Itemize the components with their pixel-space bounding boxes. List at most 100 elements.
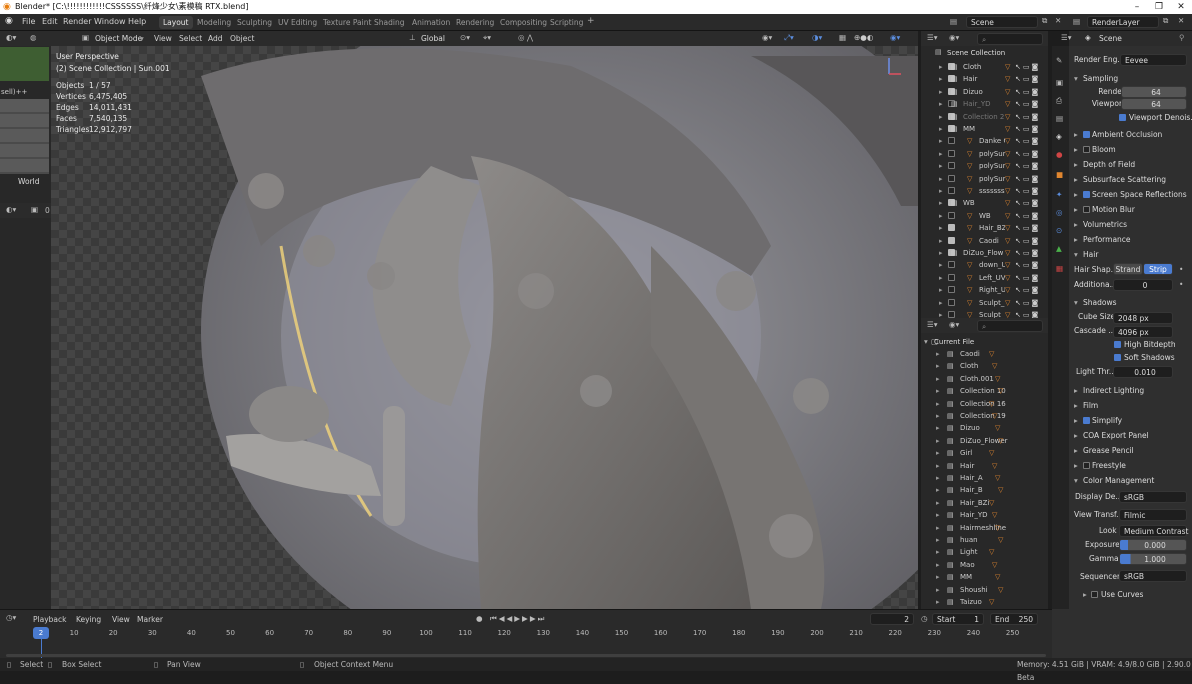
- panel-header[interactable]: ▸ Film: [1069, 398, 1192, 413]
- expand-icon[interactable]: ▸: [939, 61, 943, 73]
- outliner-item[interactable]: ▸ ▤ Cloth ▽ ↖▭◙: [921, 61, 1048, 73]
- menu-file[interactable]: File: [22, 17, 35, 26]
- chevron-right-icon[interactable]: ▸: [1083, 588, 1087, 602]
- expand-icon[interactable]: ▸: [936, 596, 940, 608]
- panel-header[interactable]: ▸ Screen Space Reflections: [1069, 187, 1192, 202]
- expand-icon[interactable]: ▸: [939, 173, 943, 185]
- visibility-checkbox[interactable]: [948, 137, 955, 145]
- file-item[interactable]: ▸ ▤ Shoushi ▽: [921, 584, 1048, 596]
- use-curves-checkbox[interactable]: [1091, 591, 1098, 598]
- expand-icon[interactable]: ▸: [936, 422, 940, 434]
- swatch-list[interactable]: [0, 99, 49, 174]
- outliner2-editor-icon[interactable]: ☰▾: [927, 320, 938, 329]
- soft-shadows-checkbox[interactable]: [1114, 354, 1121, 361]
- panel-header[interactable]: ▸ Grease Pencil: [1069, 443, 1192, 458]
- visibility-checkbox[interactable]: [948, 298, 955, 306]
- outliner-item[interactable]: ▸ ▤ Collection 2 ▽ ↖▭◙: [921, 111, 1048, 123]
- panel-checkbox[interactable]: [1083, 146, 1090, 153]
- display-mode-icon[interactable]: ◉▾: [949, 33, 959, 42]
- outliner-item[interactable]: ▸ ▤ MM ▽ ↖▭◙: [921, 123, 1048, 135]
- proportional-edit-icon[interactable]: ◎ ⋀: [518, 33, 533, 42]
- panel-header[interactable]: ▾ Color Management: [1069, 473, 1192, 488]
- pin-icon[interactable]: ⚲: [1179, 33, 1185, 42]
- restrict-icons[interactable]: ↖▭◙: [1015, 210, 1040, 222]
- outliner-item[interactable]: ▸▽polySurface▽↖▭◙: [921, 160, 1048, 172]
- file-item[interactable]: ▸ ▤ Taizuo ▽: [921, 596, 1048, 608]
- visibility-checkbox[interactable]: [948, 149, 955, 157]
- expand-icon[interactable]: ▸: [936, 484, 940, 496]
- file-item[interactable]: ▸ ▤ MM ▽: [921, 571, 1048, 583]
- gizmo-icon[interactable]: ⤢▾: [784, 33, 794, 43]
- editor-type-icon-2[interactable]: ◐▾: [6, 205, 16, 214]
- expand-icon[interactable]: ▸: [939, 247, 943, 259]
- render-samples-field[interactable]: 64: [1121, 86, 1187, 98]
- output-tab-icon[interactable]: ⎙: [1056, 96, 1062, 106]
- panel-header[interactable]: ▸ Performance: [1069, 232, 1192, 247]
- panel-checkbox[interactable]: [1083, 462, 1090, 469]
- axis-gizmo[interactable]: [879, 52, 909, 82]
- panel-header[interactable]: ▾ Hair: [1069, 247, 1192, 262]
- expand-icon[interactable]: ▸: [936, 497, 940, 509]
- new-layer-icon[interactable]: ⧉: [1163, 16, 1168, 26]
- expand-icon[interactable]: ▸: [936, 435, 940, 447]
- look-dropdown[interactable]: Medium Contrast: [1119, 525, 1188, 537]
- restrict-icons[interactable]: ↖▭◙: [1015, 111, 1040, 123]
- scene-selector[interactable]: Scene: [966, 16, 1038, 28]
- outliner2-search-input[interactable]: ⌕: [977, 320, 1043, 332]
- overlays-icon[interactable]: ◑▾: [812, 33, 822, 42]
- strand-button[interactable]: Strand: [1113, 263, 1143, 275]
- panel-checkbox[interactable]: [1083, 417, 1090, 424]
- panel-checkbox[interactable]: [1083, 191, 1090, 198]
- high-bitdepth-checkbox[interactable]: [1114, 341, 1121, 348]
- data-tab-icon[interactable]: ▲: [1056, 244, 1062, 253]
- outliner-item[interactable]: ▸ ▤ Hair_YD ▽ ↖▭◙: [921, 98, 1048, 110]
- visibility-checkbox[interactable]: [948, 311, 955, 318]
- close-button[interactable]: ✕: [1170, 0, 1192, 14]
- restrict-icons[interactable]: ↖▭◙: [1015, 173, 1040, 185]
- gamma-field[interactable]: 1.000: [1119, 553, 1187, 565]
- display-mode-icon-2[interactable]: ◉▾: [949, 320, 959, 329]
- tab-rendering[interactable]: Rendering: [452, 16, 498, 29]
- file-item[interactable]: ▸ ▤ huan ▽: [921, 534, 1048, 546]
- tab-sculpting[interactable]: Sculpting: [233, 16, 276, 29]
- expand-icon[interactable]: ▸: [939, 297, 943, 309]
- expand-icon[interactable]: ▸: [939, 123, 943, 135]
- view-layer-tab-icon[interactable]: ▤: [1056, 114, 1063, 123]
- file-item[interactable]: ▸ ▤ Collection 16 ▽: [921, 398, 1048, 410]
- expand-icon[interactable]: ▸: [939, 259, 943, 271]
- outliner-item[interactable]: ▸▽sssssssss▽↖▭◙: [921, 185, 1048, 197]
- expand-icon[interactable]: ▸: [939, 98, 943, 110]
- expand-icon[interactable]: ▸: [939, 235, 943, 247]
- remove-scene-icon[interactable]: ✕: [1055, 16, 1061, 25]
- outliner-item[interactable]: ▸ ▤ WB ▽ ↖▭◙: [921, 197, 1048, 209]
- expand-icon[interactable]: ▸: [939, 148, 943, 160]
- expand-icon[interactable]: ▸: [939, 73, 943, 85]
- tab-modeling[interactable]: Modeling: [193, 16, 235, 29]
- visibility-checkbox[interactable]: [948, 211, 955, 219]
- tool-tab-icon[interactable]: ✎: [1056, 56, 1062, 65]
- light-threshold-field[interactable]: 0.010: [1113, 366, 1173, 378]
- texture-tab-icon[interactable]: ▦: [1056, 264, 1063, 273]
- object-menu[interactable]: Object: [230, 34, 254, 43]
- outliner-search-input[interactable]: ⌕: [977, 33, 1043, 45]
- modifier-tab-icon[interactable]: ✦: [1056, 190, 1062, 199]
- file-item[interactable]: ▸ ▤ Hair_A ▽: [921, 472, 1048, 484]
- file-item[interactable]: ▸ ▤ Collection 10 ▽: [921, 385, 1048, 397]
- menu-window[interactable]: Window: [94, 17, 126, 26]
- expand-icon[interactable]: ▸: [939, 86, 943, 98]
- expand-icon[interactable]: ▸: [939, 111, 943, 123]
- object-mode-dropdown[interactable]: Object Mode: [95, 34, 142, 43]
- sequencer-dropdown[interactable]: sRGB: [1119, 570, 1187, 582]
- tab-layout[interactable]: Layout: [159, 16, 193, 29]
- file-item[interactable]: ▸ ▤ Cloth ▽: [921, 360, 1048, 372]
- panel-checkbox[interactable]: [1083, 206, 1090, 213]
- scene-tab-icon[interactable]: ◈: [1056, 132, 1062, 141]
- snap-icon[interactable]: ⌖▾: [483, 33, 491, 43]
- file-item[interactable]: ▸ ▤ Hair_B ▽: [921, 484, 1048, 496]
- expand-icon[interactable]: ▸: [936, 559, 940, 571]
- file-item[interactable]: ▸ ▤ DiZuo_Flower ▽: [921, 435, 1048, 447]
- outliner-item[interactable]: ▸▽Hair_BZi▽↖▭◙: [921, 222, 1048, 234]
- expand-icon[interactable]: ▸: [936, 509, 940, 521]
- outliner-item[interactable]: ▸ ▤ Dizuo ▽ ↖▭◙: [921, 86, 1048, 98]
- outliner-item[interactable]: ▸▽Left_UVs1▽↖▭◙: [921, 272, 1048, 284]
